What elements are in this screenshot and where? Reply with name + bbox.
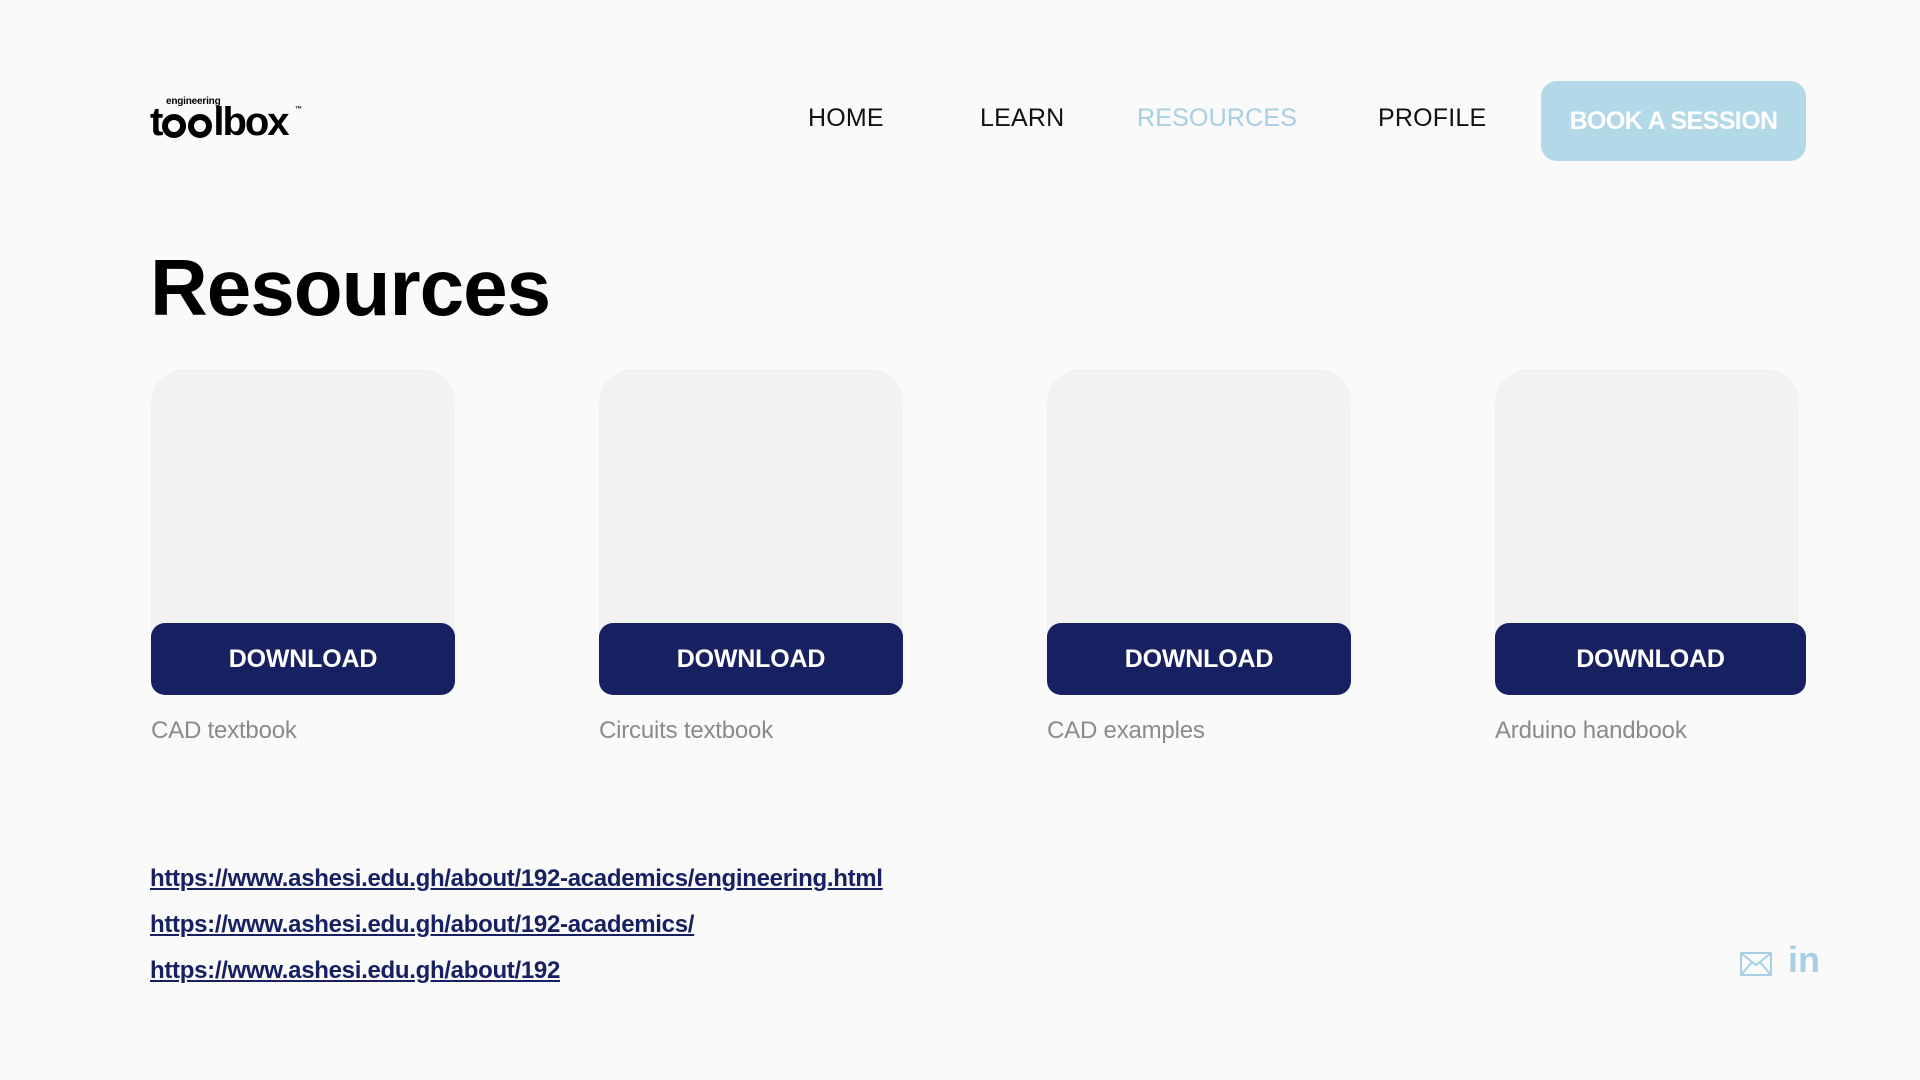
link-about[interactable]: https://www.ashesi.edu.gh/about/192 [150,948,883,994]
resource-card: DOWNLOAD CAD textbook [151,369,455,744]
download-button[interactable]: DOWNLOAD [1047,623,1351,695]
nav-learn[interactable]: LEARN [980,104,1064,133]
nav-home[interactable]: HOME [808,104,884,133]
resource-caption: Circuits textbook [599,717,773,744]
resource-card: DOWNLOAD CAD examples [1047,369,1351,744]
resource-card: DOWNLOAD Circuits textbook [599,369,903,744]
resource-thumbnail [151,369,455,639]
resource-thumbnail [1047,369,1351,639]
resource-caption: Arduino handbook [1495,717,1687,744]
book-session-button[interactable]: BOOK A SESSION [1541,81,1806,161]
resources-page: engineering t lbox ™ HOME LEARN RESOURCE… [0,0,1920,1080]
page-title: Resources [150,243,551,332]
link-academics[interactable]: https://www.ashesi.edu.gh/about/192-acad… [150,902,883,948]
link-engineering[interactable]: https://www.ashesi.edu.gh/about/192-acad… [150,856,883,902]
download-button[interactable]: DOWNLOAD [599,623,903,695]
resource-caption: CAD textbook [151,717,297,744]
resource-caption: CAD examples [1047,717,1205,744]
external-links: https://www.ashesi.edu.gh/about/192-acad… [150,856,883,994]
download-button[interactable]: DOWNLOAD [1495,623,1806,695]
resource-thumbnail [1495,369,1799,639]
resource-card: DOWNLOAD Arduino handbook [1495,369,1806,744]
linkedin-icon[interactable]: in [1788,940,1824,980]
nav-profile[interactable]: PROFILE [1378,104,1486,133]
resource-thumbnail [599,369,903,639]
nav-resources[interactable]: RESOURCES [1137,104,1297,133]
mail-icon[interactable] [1740,952,1772,976]
download-button[interactable]: DOWNLOAD [151,623,455,695]
